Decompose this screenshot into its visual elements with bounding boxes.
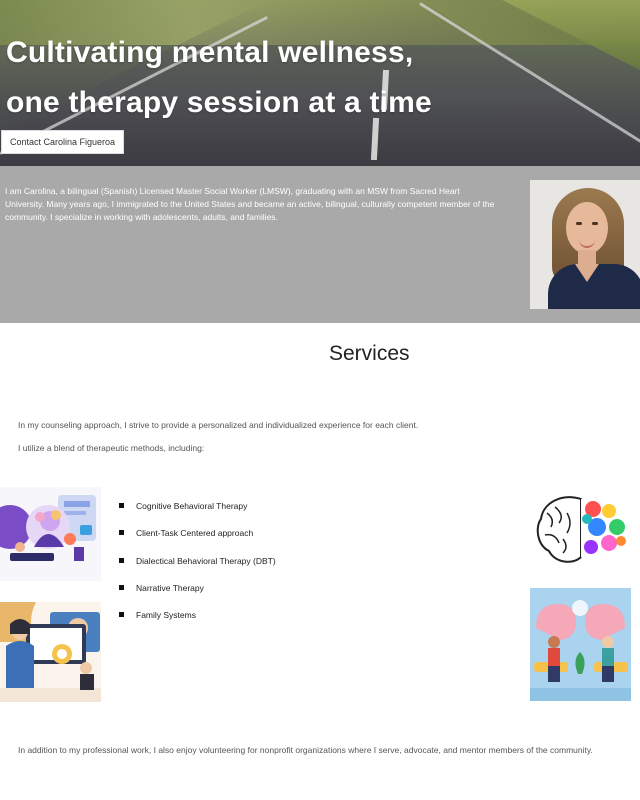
- portrait-eye: [592, 222, 598, 225]
- hero-title-line1: Cultivating mental wellness,: [6, 36, 414, 69]
- method-item: Dialectical Behavioral Therapy (DBT): [118, 553, 276, 580]
- services-intro-methods: I utilize a blend of therapeutic methods…: [18, 443, 205, 453]
- online-session-graphic: [0, 602, 101, 702]
- hero-title: Cultivating mental wellness, one therapy…: [6, 28, 432, 128]
- mind-illustration: [0, 487, 101, 581]
- therapist-portrait: [530, 180, 640, 309]
- method-item: Family Systems: [118, 607, 276, 634]
- methods-list: Cognitive Behavioral Therapy Client-Task…: [118, 498, 276, 634]
- hero-banner: Cultivating mental wellness, one therapy…: [0, 0, 640, 166]
- volunteer-text: In addition to my professional work, I a…: [18, 745, 593, 755]
- method-item: Narrative Therapy: [118, 580, 276, 607]
- services-title: Services: [329, 342, 410, 365]
- therapy-session-graphic: [530, 600, 631, 701]
- portrait-eye: [576, 222, 582, 225]
- services-intro: In my counseling approach, I strive to p…: [18, 420, 419, 430]
- about-section: I am Carolina, a bilingual (Spanish) Lic…: [0, 166, 640, 323]
- about-text: I am Carolina, a bilingual (Spanish) Lic…: [5, 186, 495, 222]
- portrait-neckline: [575, 264, 599, 282]
- method-item: Cognitive Behavioral Therapy: [118, 498, 276, 525]
- method-item: Client-Task Centered approach: [118, 525, 276, 552]
- contact-button[interactable]: Contact Carolina Figueroa: [1, 130, 125, 154]
- colorful-brain-illustration: [533, 489, 630, 572]
- mind-illustration-graphic: [0, 495, 96, 561]
- hero-title-line2: one therapy session at a time: [6, 86, 432, 119]
- therapy-session-illustration: [530, 588, 631, 701]
- brain-graphic: [536, 496, 627, 563]
- online-session-illustration: [0, 602, 101, 702]
